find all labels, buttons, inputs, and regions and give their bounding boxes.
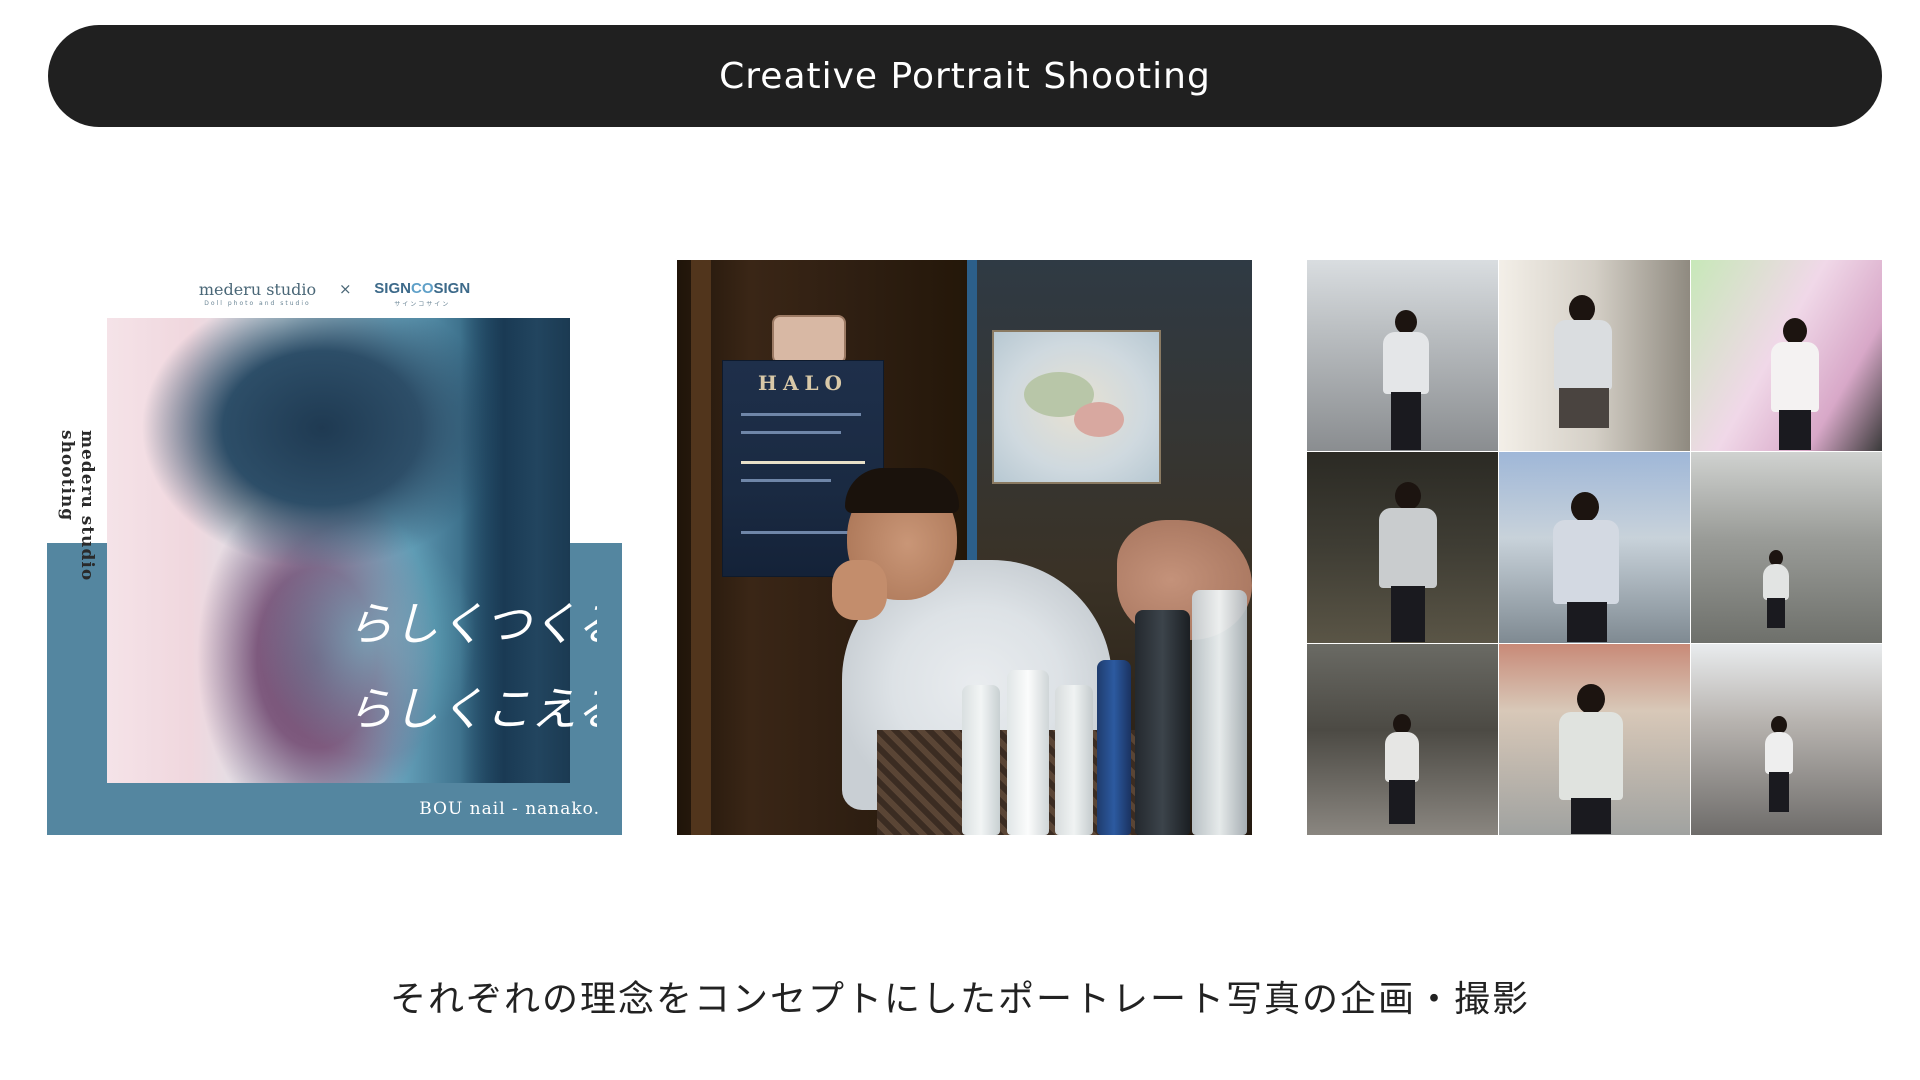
subject-head [1577,684,1605,714]
subject-legs [1567,602,1607,642]
mederu-logo-subtext: Doll photo and studio [204,300,311,307]
handwritten-line-1: らしくつくる。 [347,597,597,651]
subject-body [1383,332,1429,394]
subject-body [1379,508,1437,588]
bottle [1135,610,1190,835]
subject-body [1763,564,1789,600]
subject-legs [1389,780,1415,824]
slide: Creative Portrait Shooting mederu studio… [0,0,1920,1080]
subject-hand [832,560,887,620]
painting-detail [1074,402,1124,437]
subject-head [1571,492,1599,522]
poster-caption: BOU nail - nanako. [419,799,600,819]
poster-text-line [741,461,865,464]
handwritten-copy: らしくつくる。 らしくこえる。 [347,597,597,736]
bottle [1007,670,1049,835]
subject-body [1771,342,1819,412]
subject-body [1554,320,1612,390]
grid-photo [1307,260,1498,451]
subject-legs [1767,598,1785,628]
grid-photo [1691,260,1882,451]
grid-photo [1499,260,1690,451]
photo-grid [1307,260,1882,835]
work-image-mederu-studio: mederu studio Doll photo and studio × SI… [47,260,622,835]
subject-legs [1391,586,1425,642]
signcosign-logo: SIGNCOSIGN サインコサイン [374,280,470,308]
subject-body [1559,712,1623,800]
grid-photo [1307,452,1498,643]
subject-head [1395,482,1421,510]
poster-text-line [741,431,841,434]
signcosign-logo-subtext: サインコサイン [394,302,451,308]
bottle [1192,590,1247,835]
signcosign-logo-mark: CO [410,280,434,297]
subject-legs [1769,772,1789,812]
vertical-shoot-label: mederu studio shooting [57,430,97,582]
service-description: それぞれの理念をコンセプトにしたポートレート写真の企画・撮影 [389,979,1530,1020]
subject-legs [1779,410,1811,450]
bottle [1055,685,1093,835]
subject-legs [1391,392,1421,450]
signcosign-logo-suffix: SIGN [433,280,471,297]
subject-body [1385,732,1419,782]
poster-text-line [741,479,831,482]
grid-photo [1691,452,1882,643]
subject-head [1569,295,1595,323]
subject-head [1393,714,1411,734]
subject-hair [845,468,959,513]
poster-text-line [741,413,861,416]
bar-scene: HALO [677,260,1252,835]
handwritten-line-2: らしくこえる。 [347,682,597,736]
grid-photo [1691,644,1882,835]
grid-photo [1499,644,1690,835]
subject-body [1765,732,1793,774]
subject-body [1553,520,1619,604]
signcosign-logo-prefix: SIGN [374,280,411,297]
logo-row: mederu studio Doll photo and studio × SI… [47,280,622,308]
page-title: Creative Portrait Shooting [719,55,1211,97]
subject-head [1395,310,1417,334]
work-image-bar-portrait: HALO [677,260,1252,835]
bottle [1097,660,1131,835]
subject-legs [1571,798,1611,834]
subject-legs [1559,388,1609,428]
title-bar: Creative Portrait Shooting [48,25,1882,127]
door-frame [691,260,711,835]
grid-photo [1499,452,1690,643]
work-image-photo-grid [1307,260,1882,835]
subject-head [1783,318,1807,344]
logo-separator: × [338,280,352,298]
grid-photo [1307,644,1498,835]
event-poster-title: HALO [758,371,848,395]
mederu-studio-logo: mederu studio Doll photo and studio [199,280,316,307]
mederu-logo-text: mederu studio [198,280,317,299]
bottle [962,685,1000,835]
wall-painting [992,330,1161,484]
poster-text-line [741,531,851,534]
door-plaque [772,315,846,364]
